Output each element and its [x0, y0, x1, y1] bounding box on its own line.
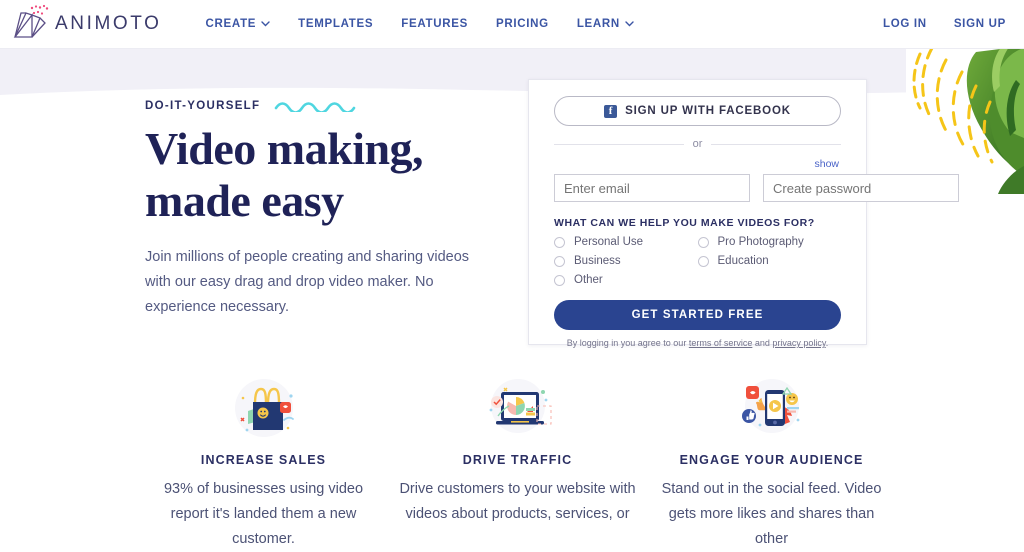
hero-eyebrow-row: DO-IT-YOURSELF — [145, 100, 495, 112]
plant-photo-decoration — [906, 46, 1024, 194]
radio-dot-icon — [554, 255, 565, 267]
nav-item-features[interactable]: FEATURES — [401, 18, 468, 30]
feature-title: ENGAGE YOUR AUDIENCE — [679, 453, 864, 467]
shopping-bag-smiley-icon — [139, 375, 388, 445]
auth-links: LOG IN SIGN UP — [883, 18, 1006, 30]
radio-label: Other — [574, 274, 603, 286]
terms-text: By logging in you agree to our terms of … — [529, 338, 866, 348]
feature-title: DRIVE TRAFFIC — [462, 453, 573, 467]
password-field[interactable] — [763, 174, 959, 202]
logo[interactable]: ANIMOTO — [10, 4, 162, 44]
feature-columns: INCREASE SALES 93% of businesses using v… — [0, 375, 1024, 552]
login-link[interactable]: LOG IN — [883, 18, 927, 30]
site-header: ANIMOTO CREATE TEMPLATES FEATURES PRICIN… — [0, 0, 1024, 49]
divider-line-left — [554, 143, 684, 145]
radio-dot-icon — [697, 236, 709, 248]
radio-label: Business — [574, 255, 621, 267]
radio-personal-use[interactable]: Personal Use — [554, 236, 698, 248]
feature-title: INCREASE SALES — [200, 453, 327, 467]
radio-dot-icon — [554, 274, 565, 286]
radio-label: Pro Photography — [717, 236, 804, 248]
show-password-link[interactable]: show — [814, 158, 839, 170]
divider-label: or — [692, 138, 703, 150]
signup-link[interactable]: SIGN UP — [954, 18, 1006, 30]
privacy-policy-link[interactable]: privacy policy — [772, 338, 825, 348]
hero-headline-line2: made easy — [145, 175, 344, 226]
purpose-question-label: WHAT CAN WE HELP YOU MAKE VIDEOS FOR? — [554, 217, 815, 229]
get-started-button[interactable]: GET STARTED FREE — [554, 300, 841, 330]
purpose-radio-group: Personal Use Pro Photography Business Ed… — [554, 236, 841, 293]
feature-drive-traffic: DRIVE TRAFFIC Drive customers to your we… — [393, 375, 642, 552]
nav-item-pricing[interactable]: PRICING — [496, 18, 549, 30]
nav-label-create: CREATE — [205, 18, 257, 30]
feature-body: Stand out in the social feed. Video gets… — [661, 481, 882, 547]
hand-phone-play-icon — [647, 375, 896, 445]
lavender-band-decoration — [0, 49, 1024, 95]
nav-item-learn[interactable]: LEARN — [577, 18, 634, 30]
radio-other[interactable]: Other — [554, 274, 698, 286]
main-navigation: CREATE TEMPLATES FEATURES PRICING LEARN — [206, 18, 634, 30]
animoto-fan-logo-icon — [13, 4, 49, 38]
radio-label: Personal Use — [574, 236, 644, 248]
credential-fields — [554, 174, 959, 202]
radio-education[interactable]: Education — [697, 255, 842, 267]
radio-dot-icon — [554, 236, 565, 248]
feature-engage-audience: ENGAGE YOUR AUDIENCE Stand out in the so… — [647, 375, 896, 552]
hero-copy: DO-IT-YOURSELF Video making, made easy J… — [145, 100, 495, 320]
logo-wordmark: ANIMOTO — [55, 13, 162, 34]
feature-increase-sales: INCREASE SALES 93% of businesses using v… — [139, 375, 388, 552]
facebook-signup-button[interactable]: f SIGN UP WITH FACEBOOK — [554, 96, 841, 126]
feature-body: Drive customers to your website with vid… — [399, 481, 636, 522]
laptop-pie-chart-icon — [393, 375, 642, 445]
terms-middle: and — [752, 338, 773, 348]
divider-line-right — [711, 143, 841, 145]
hero-headline-line1: Video making, — [145, 123, 424, 174]
terms-prefix: By logging in you agree to our — [566, 338, 689, 348]
nav-item-templates[interactable]: TEMPLATES — [298, 18, 373, 30]
show-password-row: show — [529, 154, 839, 172]
hero-subcopy: Join millions of people creating and sha… — [145, 249, 470, 315]
terms-suffix: . — [825, 338, 829, 348]
radio-business[interactable]: Business — [554, 255, 698, 267]
wavy-squiggle-icon — [275, 101, 356, 112]
or-divider: or — [554, 138, 841, 150]
terms-of-service-link[interactable]: terms of service — [689, 338, 753, 348]
chevron-down-icon — [625, 21, 634, 27]
nav-label-learn: LEARN — [576, 18, 620, 30]
feature-body: 93% of businesses using video report it'… — [163, 481, 364, 547]
facebook-signup-label: SIGN UP WITH FACEBOOK — [625, 105, 791, 117]
hero-eyebrow: DO-IT-YOURSELF — [145, 100, 261, 112]
hero-headline: Video making, made easy — [145, 123, 495, 227]
nav-item-create[interactable]: CREATE — [206, 18, 271, 30]
radio-dot-icon — [697, 255, 709, 267]
chevron-down-icon — [261, 21, 270, 27]
signup-card: f SIGN UP WITH FACEBOOK or show WHAT CAN… — [528, 79, 959, 348]
radio-pro-photography[interactable]: Pro Photography — [697, 236, 842, 248]
email-field[interactable] — [554, 174, 750, 202]
get-started-label: GET STARTED FREE — [631, 309, 764, 321]
facebook-icon: f — [604, 104, 618, 118]
radio-label: Education — [717, 255, 769, 267]
